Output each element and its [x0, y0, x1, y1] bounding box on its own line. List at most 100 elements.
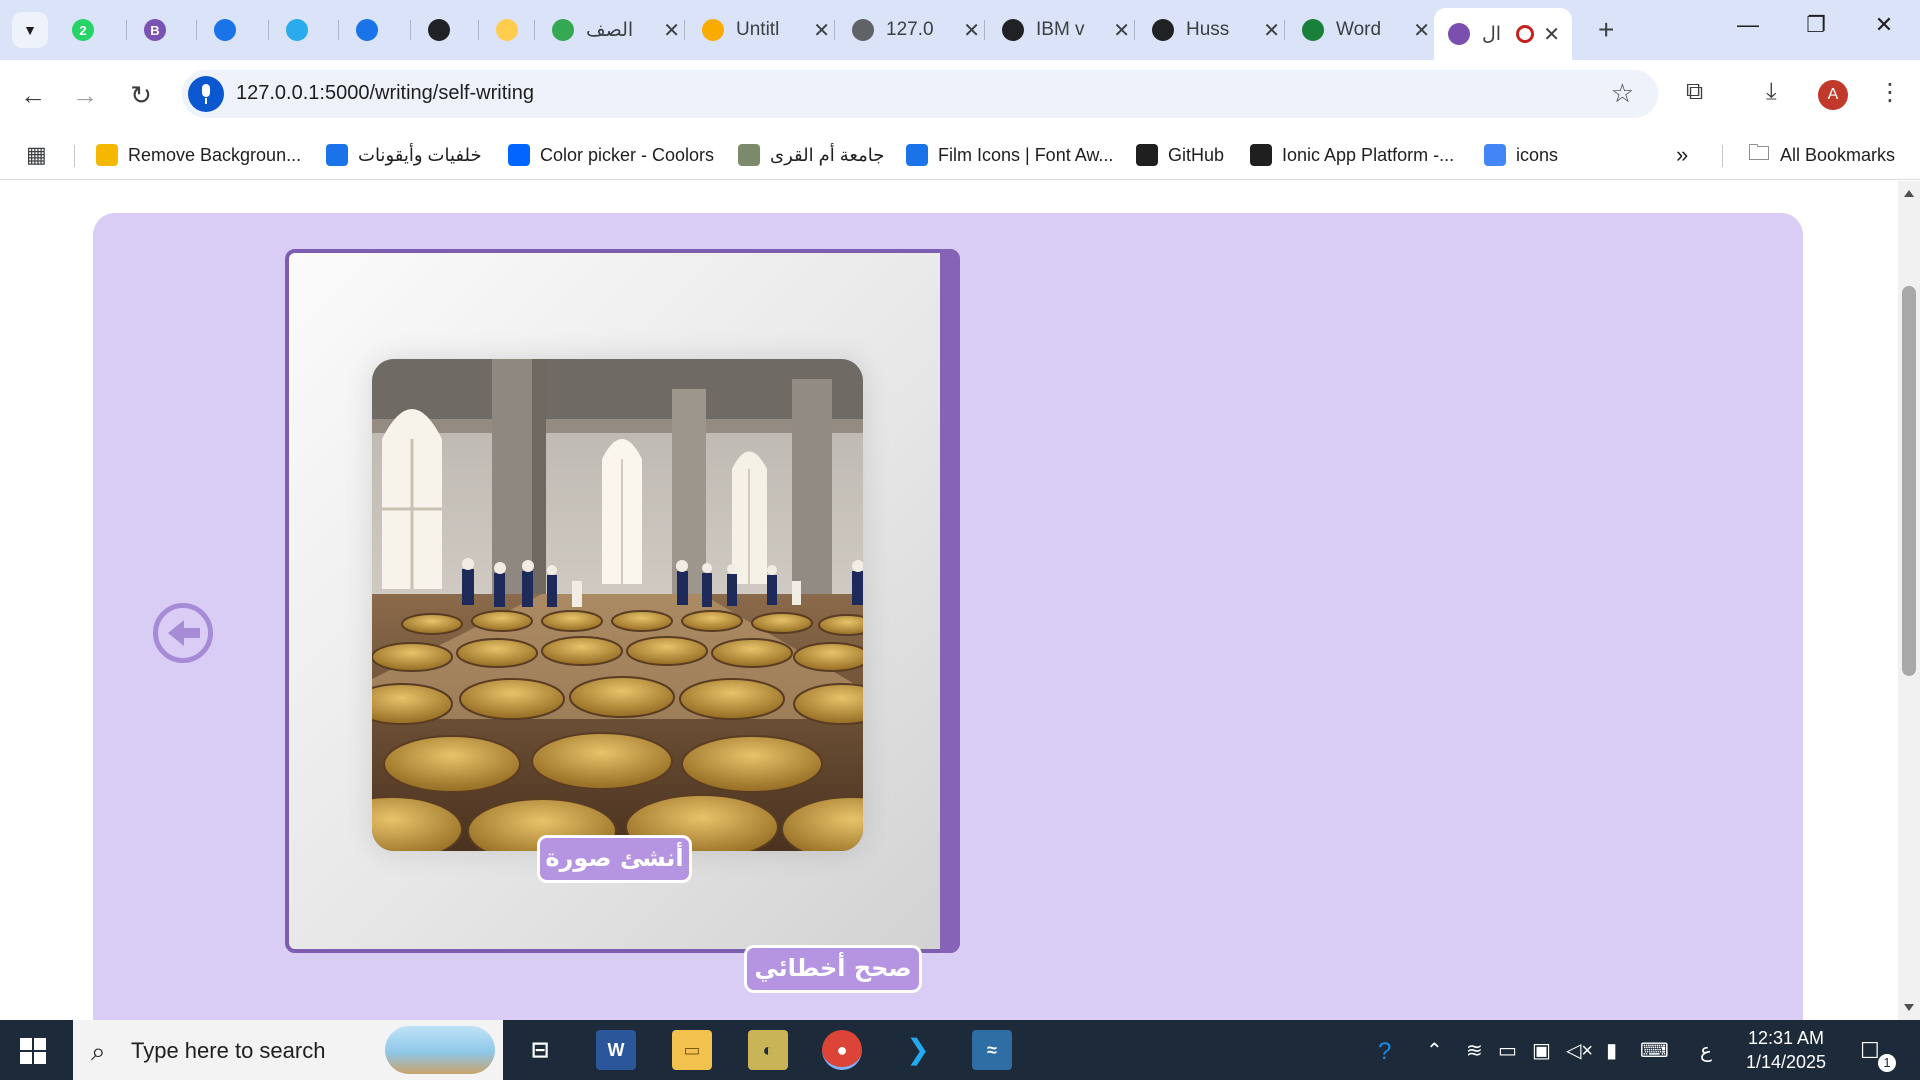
- tab-separator: [1134, 20, 1135, 40]
- vscode-app-icon[interactable]: ❯: [898, 1030, 938, 1070]
- create-image-button[interactable]: أنشئ صورة: [537, 835, 692, 883]
- extensions-icon[interactable]: ⧉: [1686, 78, 1703, 106]
- restore-button[interactable]: ❐: [1796, 12, 1836, 38]
- close-tab-icon[interactable]: ✕: [813, 18, 830, 43]
- close-tab-icon[interactable]: ✕: [963, 18, 980, 43]
- more-bookmarks-icon[interactable]: »: [1676, 140, 1688, 170]
- browser-tab[interactable]: Word ✕: [1302, 10, 1430, 50]
- clock-date: 1/14/2025: [1745, 1052, 1827, 1072]
- bookmark-item[interactable]: خلفيات وأيقونات: [326, 140, 482, 170]
- telegram-icon: [286, 19, 308, 41]
- windows-taskbar: ⌕ Type here to search ⊟ W ▭ ◐ ● ❯ ≈ ? ⌃ …: [0, 1020, 1920, 1080]
- clock-time: 12:31 AM: [1747, 1028, 1825, 1048]
- file-explorer-icon[interactable]: ▭: [672, 1030, 712, 1070]
- taskbar-search[interactable]: ⌕ Type here to search: [73, 1020, 503, 1080]
- bookmark-item[interactable]: Color picker - Coolors: [508, 140, 714, 170]
- tab-separator: [338, 20, 339, 40]
- reload-button[interactable]: ↻: [124, 78, 158, 112]
- tab-separator: [478, 20, 479, 40]
- forward-button[interactable]: →: [68, 78, 102, 112]
- help-icon[interactable]: ?: [1378, 1038, 1391, 1066]
- folder-icon: 🗀: [1748, 140, 1771, 165]
- back-arrow-icon[interactable]: [153, 603, 213, 663]
- browser-tab[interactable]: 2: [72, 10, 100, 50]
- scroll-down-arrow-icon[interactable]: [1904, 1004, 1914, 1011]
- chevron-down-icon: ▼: [23, 22, 37, 38]
- keyboard-icon[interactable]: ⌨: [1640, 1038, 1669, 1063]
- profile-avatar[interactable]: A: [1818, 80, 1848, 110]
- address-bar[interactable]: 127.0.0.1:5000/writing/self-writing ☆: [182, 70, 1658, 118]
- browser-tab[interactable]: [428, 10, 456, 50]
- tab-title: Untitl: [736, 19, 780, 40]
- scroll-up-arrow-icon[interactable]: [1904, 190, 1914, 197]
- browser-tab[interactable]: ال ✕: [1434, 8, 1572, 60]
- mute-icon[interactable]: ◁×: [1566, 1038, 1593, 1063]
- notification-icon[interactable]: ☐: [1860, 1038, 1880, 1064]
- scroll-thumb[interactable]: [1902, 286, 1916, 676]
- bookmark-item[interactable]: Film Icons | Font Aw...: [906, 140, 1113, 170]
- browser-tab[interactable]: Huss ✕: [1152, 10, 1280, 50]
- close-tab-icon[interactable]: ✕: [663, 18, 680, 43]
- wifi-icon[interactable]: ≋: [1466, 1038, 1483, 1063]
- microphone-icon[interactable]: ▮: [1606, 1038, 1617, 1063]
- tab-separator: [410, 20, 411, 40]
- apps-grid-icon[interactable]: ▦: [26, 140, 47, 170]
- bookmark-item[interactable]: icons: [1484, 140, 1558, 170]
- microphone-icon[interactable]: [188, 76, 224, 112]
- bookmark-item[interactable]: Ionic App Platform -...: [1250, 140, 1454, 170]
- web-page: أنشئ صورة صحح أخطائي: [0, 181, 1898, 1020]
- battery-icon[interactable]: ▭: [1498, 1038, 1517, 1063]
- browser-tab[interactable]: [214, 10, 242, 50]
- browser-tab[interactable]: B: [144, 10, 172, 50]
- download-icon[interactable]: ⤓: [1766, 78, 1777, 106]
- browser-tab[interactable]: الصف ✕: [552, 10, 680, 50]
- menu-icon[interactable]: ⋮: [1878, 78, 1902, 107]
- fix-mistakes-button[interactable]: صحح أخطائي: [744, 945, 922, 993]
- clock[interactable]: 12:31 AM 1/14/2025: [1736, 1026, 1836, 1074]
- bookmark-label: GitHub: [1168, 144, 1225, 165]
- minimize-button[interactable]: —: [1728, 12, 1768, 38]
- display-icon[interactable]: ▣: [1532, 1038, 1551, 1063]
- bootstrap-icon: B: [144, 19, 166, 41]
- browser-tab[interactable]: 127.0 ✕: [852, 10, 980, 50]
- browser-tab[interactable]: IBM v ✕: [1002, 10, 1130, 50]
- tab-title: Word: [1336, 19, 1382, 40]
- browser-tab[interactable]: [356, 10, 384, 50]
- new-tab-button[interactable]: +: [1598, 14, 1614, 46]
- tab-separator: [534, 20, 535, 40]
- app-icon: [1448, 23, 1470, 45]
- chevron-up-icon[interactable]: ⌃: [1426, 1038, 1443, 1063]
- bookmark-label: جامعة أم القرى: [770, 144, 885, 165]
- tab-title: الصف: [586, 19, 634, 41]
- tab-search-button[interactable]: ▼: [12, 12, 48, 48]
- browser-tab[interactable]: [286, 10, 314, 50]
- url-text[interactable]: 127.0.0.1:5000/writing/self-writing: [236, 82, 534, 105]
- chrome-app-icon[interactable]: ●: [822, 1030, 862, 1070]
- back-button[interactable]: ←: [16, 78, 50, 112]
- bookmark-star-icon[interactable]: ☆: [1611, 78, 1634, 109]
- close-window-button[interactable]: ✕: [1864, 12, 1904, 38]
- close-tab-icon[interactable]: ✕: [1543, 22, 1560, 47]
- input-language[interactable]: ع: [1700, 1038, 1712, 1063]
- browser-tab[interactable]: Untitl ✕: [702, 10, 830, 50]
- close-tab-icon[interactable]: ✕: [1413, 18, 1430, 43]
- bookmark-item[interactable]: جامعة أم القرى: [738, 140, 884, 170]
- close-tab-icon[interactable]: ✕: [1113, 18, 1130, 43]
- bookmark-item[interactable]: GitHub: [1136, 140, 1224, 170]
- app-icon[interactable]: ◐: [748, 1030, 788, 1070]
- page-scrollbar[interactable]: [1898, 181, 1920, 1020]
- task-view-icon[interactable]: ⊟: [520, 1030, 560, 1070]
- globe-icon: [852, 19, 874, 41]
- browser-tab[interactable]: [496, 10, 524, 50]
- search-highlight-image: [385, 1026, 495, 1074]
- close-tab-icon[interactable]: ✕: [1263, 18, 1280, 43]
- tab-separator: [684, 20, 685, 40]
- mysql-app-icon[interactable]: ≈: [972, 1030, 1012, 1070]
- search-icon: ⌕: [91, 1036, 106, 1066]
- word-app-icon[interactable]: W: [596, 1030, 636, 1070]
- all-bookmarks-folder[interactable]: 🗀 All Bookmarks: [1748, 140, 1895, 170]
- whatsapp-icon: 2: [72, 19, 94, 41]
- search-icon: [356, 19, 378, 41]
- windows-start-icon[interactable]: [20, 1038, 46, 1064]
- bookmark-item[interactable]: Remove Backgroun...: [96, 140, 301, 170]
